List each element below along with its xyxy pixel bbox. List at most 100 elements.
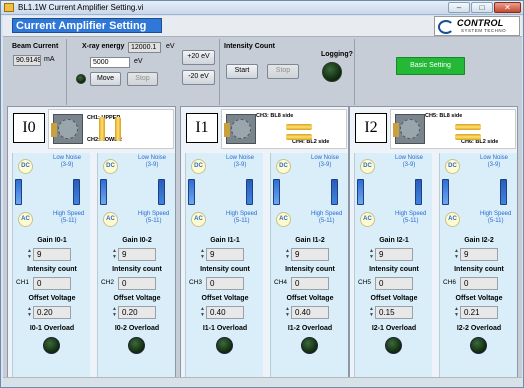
offset-voltage-input[interactable]: 0.15 (375, 306, 413, 319)
overload-label: I1-1 Overload (202, 325, 248, 332)
gain-input[interactable]: 9 (460, 248, 498, 261)
intensity-stop-button[interactable]: Stop (267, 64, 299, 79)
gain-input[interactable]: 9 (375, 248, 413, 261)
gain-increment-icon[interactable]: ▲ ▼ (453, 248, 460, 261)
overload-led (216, 337, 233, 354)
overload-led (128, 337, 145, 354)
offset-increment-icon[interactable]: ▲ ▼ (111, 306, 118, 319)
offset-voltage-label: Offset Voltage (455, 295, 503, 302)
divider (354, 39, 355, 105)
ion-chamber-icon (224, 114, 256, 144)
labview-icon (4, 3, 14, 12)
gain-increment-icon[interactable]: ▲ ▼ (111, 248, 118, 261)
move-button[interactable]: Move (90, 72, 121, 86)
low-noise-label: Low Noise (3-9) (53, 155, 82, 168)
channel-panel: DC Low Noise (3-9) AC High Speed (5-11) Ga… (97, 153, 175, 383)
group-name: I2 (355, 113, 387, 143)
offset-voltage-label: Offset Voltage (28, 295, 76, 302)
xray-energy-current-unit: eV (166, 43, 175, 50)
noise-speed-switch[interactable] (415, 179, 422, 205)
page-title: Current Amplifier Setting (12, 18, 162, 33)
offset-increment-icon[interactable]: ▲ ▼ (26, 306, 33, 319)
coupling-switch[interactable] (15, 179, 22, 205)
offset-increment-icon[interactable]: ▲ ▼ (368, 306, 375, 319)
title-bar: BL1.1W Current Amplifier Setting.vi – □ … (1, 1, 523, 15)
amplifier-group-i0: I0 CH1: UPPER CH2: LOWER DC Low Noise (3-… (7, 106, 176, 383)
maximize-button[interactable]: □ (471, 2, 493, 13)
low-noise-label: Low Noise (3-9) (138, 155, 167, 168)
gain-label: Gain I0-2 (122, 237, 152, 244)
front-panel: Current Amplifier Setting CONTROL SYSTEM… (3, 16, 522, 386)
noise-speed-switch[interactable] (246, 179, 253, 205)
gain-input[interactable]: 9 (33, 248, 71, 261)
channel-panel: DC Low Noise (3-9) AC High Speed (5-11) Ga… (439, 153, 517, 383)
beam-current-label: Beam Current (12, 43, 59, 50)
noise-speed-switch[interactable] (331, 179, 338, 205)
gain-increment-icon[interactable]: ▲ ▼ (284, 248, 291, 261)
group-name: I1 (186, 113, 218, 143)
coupling-switch[interactable] (188, 179, 195, 205)
channel-panel: DC Low Noise (3-9) AC High Speed (5-11) Ga… (12, 153, 90, 383)
intensity-count-value: 0 (375, 277, 413, 290)
app-window: BL1.1W Current Amplifier Setting.vi – □ … (0, 0, 524, 388)
offset-increment-icon[interactable]: ▲ ▼ (284, 306, 291, 319)
coupling-switch[interactable] (442, 179, 449, 205)
dc-coupling-indicator: DC (191, 159, 206, 174)
plus-20ev-button[interactable]: +20 eV (182, 50, 215, 65)
gain-input[interactable]: 9 (291, 248, 329, 261)
minimize-button[interactable]: – (448, 2, 470, 13)
channel-label: CH1 (16, 279, 30, 286)
coupling-switch[interactable] (273, 179, 280, 205)
intensity-count-label: Intensity count (369, 266, 419, 273)
coupling-switch[interactable] (100, 179, 107, 205)
move-stop-button[interactable]: Stop (127, 72, 158, 86)
offset-voltage-input[interactable]: 0.20 (33, 306, 71, 319)
high-speed-label: High Speed (5-11) (138, 211, 170, 224)
noise-speed-switch[interactable] (158, 179, 165, 205)
logging-toggle[interactable] (322, 62, 342, 82)
gain-label: Gain I2-2 (464, 237, 494, 244)
noise-speed-switch[interactable] (500, 179, 507, 205)
offset-voltage-input[interactable]: 0.21 (460, 306, 498, 319)
intensity-count-value: 0 (33, 277, 71, 290)
ac-coupling-indicator: AC (445, 212, 460, 227)
gain-label: Gain I1-1 (210, 237, 240, 244)
channel-label: CH4 (274, 279, 288, 286)
minus-20ev-button[interactable]: -20 eV (182, 70, 215, 85)
high-speed-label: High Speed (5-11) (395, 211, 427, 224)
offset-increment-icon[interactable]: ▲ ▼ (199, 306, 206, 319)
overload-label: I0-1 Overload (29, 325, 75, 332)
gain-increment-icon[interactable]: ▲ ▼ (368, 248, 375, 261)
gain-increment-icon[interactable]: ▲ ▼ (26, 248, 33, 261)
channel-label: CH6 (443, 279, 457, 286)
basic-setting-button[interactable]: Basic Setting (396, 57, 465, 75)
xray-energy-target-unit: eV (134, 58, 143, 65)
gain-increment-icon[interactable]: ▲ ▼ (199, 248, 206, 261)
ion-chamber-icon (393, 114, 425, 144)
logo-mark-icon (438, 20, 454, 34)
header-bar: Current Amplifier Setting CONTROL SYSTEM… (3, 16, 522, 36)
detector-diagram: CH5: BL8 side CH6: BL2 side (390, 109, 516, 149)
xray-energy-target-input[interactable]: 5000 (90, 57, 130, 68)
overload-label: I2-1 Overload (371, 325, 417, 332)
offset-voltage-label: Offset Voltage (113, 295, 161, 302)
intensity-count-value: 0 (291, 277, 329, 290)
high-speed-label: High Speed (5-11) (480, 211, 512, 224)
coupling-switch[interactable] (357, 179, 364, 205)
gain-input[interactable]: 9 (206, 248, 244, 261)
logging-label: Logging? (321, 51, 353, 58)
channel-label: CH5 (358, 279, 372, 286)
offset-voltage-input[interactable]: 0.20 (118, 306, 156, 319)
offset-increment-icon[interactable]: ▲ ▼ (453, 306, 460, 319)
intensity-count-value: 0 (206, 277, 244, 290)
intensity-start-button[interactable]: Start (226, 64, 258, 79)
gain-input[interactable]: 9 (118, 248, 156, 261)
close-button[interactable]: ✕ (494, 2, 521, 13)
offset-voltage-input[interactable]: 0.40 (291, 306, 329, 319)
low-noise-label: Low Noise (3-9) (226, 155, 255, 168)
noise-speed-switch[interactable] (73, 179, 80, 205)
low-noise-label: Low Noise (3-9) (395, 155, 424, 168)
status-bar (3, 377, 522, 386)
dc-coupling-indicator: DC (18, 159, 33, 174)
offset-voltage-input[interactable]: 0.40 (206, 306, 244, 319)
